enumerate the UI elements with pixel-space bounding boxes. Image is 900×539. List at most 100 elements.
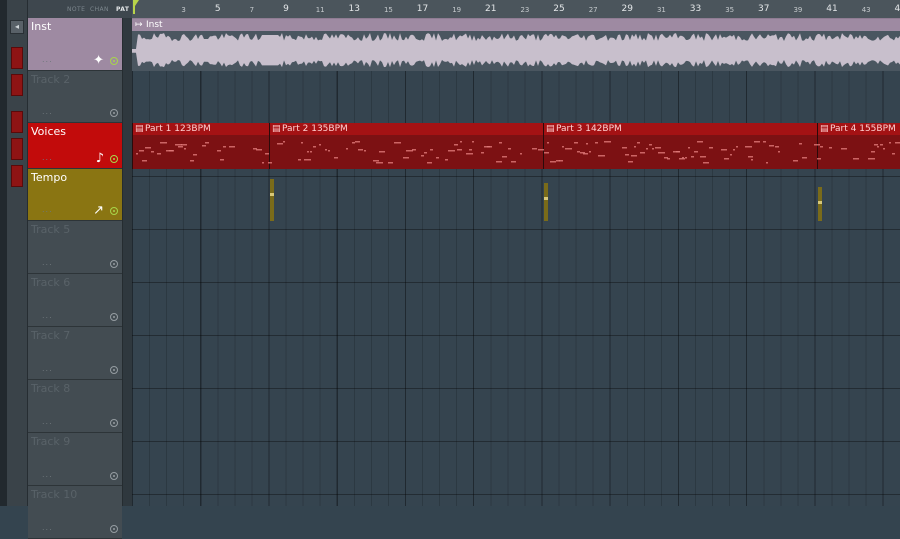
track-header[interactable]: Tempo... ↗ [28,169,122,221]
mode-pat[interactable]: PAT [116,6,129,13]
inst-clip-header: ↦ Inst [132,19,900,31]
track-name[interactable]: Voices [31,125,66,138]
track-enable-toggle[interactable] [110,57,118,65]
track-enable-toggle[interactable] [110,525,118,533]
ruler-bar-number: 31 [656,6,666,14]
pattern-icon: ▤ [546,124,555,134]
tempo-automation-point[interactable] [818,169,822,221]
track-enable-toggle[interactable] [110,109,118,117]
inst-audio-clip[interactable]: ↦ Inst [132,18,900,71]
pattern-icon: ▤ [272,124,281,134]
inst-waveform [132,33,900,68]
marker-block[interactable] [11,74,23,96]
playlist-grid[interactable]: ↦ Inst ▤ Part 1 123BPM ▤ Part 2 135BPM ▤ Part… [132,18,900,506]
track-enable-toggle[interactable] [110,313,118,321]
music-note-icon: ♪ [95,151,104,166]
voices-clip-header: ▤ Part 3 142BPM [544,123,817,135]
ruler-bar-number: 15 [383,6,393,14]
voices-clip-label: Part 2 135BPM [282,124,348,134]
timeline-ruler[interactable]: 3579111315171921232527293133353739414345 [132,0,900,19]
ruler-bar-number: 25 [553,4,565,14]
voices-note-preview [136,141,900,164]
ruler-bar-number: 33 [689,4,702,14]
track-header[interactable]: Track 9... [28,433,122,486]
left-tool-column: ◂ [7,0,28,506]
track-header[interactable]: Track 2... [28,71,122,123]
voices-clip-header: ▤ Part 1 123BPM [133,123,269,135]
ruler-bar-number: 9 [283,4,289,14]
automation-icon: ↗ [93,203,104,218]
track-header[interactable]: Track 6... [28,274,122,327]
playhead-marker-icon[interactable] [133,0,139,9]
track-name[interactable]: Track 2 [31,73,70,86]
marker-block[interactable] [11,47,23,69]
track-dots: ... [42,523,53,532]
voices-clip-label: Part 1 123BPM [145,124,211,134]
scroll-left-button[interactable]: ◂ [10,20,24,34]
track-dots: ... [42,153,53,162]
snap-mode-header: NOTE CHAN PAT [28,0,132,19]
ruler-bar-number: 27 [588,6,598,14]
clip-arrow-icon: ↦ [135,20,143,30]
track-dots: ... [42,107,53,116]
track-enable-toggle[interactable] [110,472,118,480]
ruler-bar-number: 43 [861,6,871,14]
track-header[interactable]: Track 7... [28,327,122,380]
track-header[interactable]: Track 10... [28,486,122,539]
track-enable-toggle[interactable] [110,155,118,163]
ruler-bar-number: 35 [725,6,735,14]
voices-clip-header: ▤ Part 4 155BPM [818,123,900,135]
track-enable-toggle[interactable] [110,207,118,215]
voices-clip-header: ▤ Part 2 135BPM [270,123,543,135]
tempo-automation-point[interactable] [544,169,548,221]
track-name[interactable]: Track 6 [31,276,70,289]
track-dots: ... [42,364,53,373]
track-name[interactable]: Track 7 [31,329,70,342]
track-header[interactable]: Track 5... [28,221,122,274]
ruler-bar-number: 3 [181,6,186,14]
track-name[interactable]: Track 9 [31,435,70,448]
track-name[interactable]: Track 10 [31,488,77,501]
track-enable-toggle[interactable] [110,260,118,268]
voices-clip-label: Part 3 142BPM [556,124,622,134]
ruler-bar-number: 23 [520,6,530,14]
ruler-bar-number: 41 [826,4,838,14]
ruler-bar-number: 29 [621,4,634,14]
ruler-bar-number: 45 [894,4,900,14]
track-name[interactable]: Track 5 [31,223,70,236]
ruler-bar-number: 19 [452,6,462,14]
voices-clip-row: ▤ Part 1 123BPM ▤ Part 2 135BPM ▤ Part 3 142B… [132,123,900,169]
track-enable-toggle[interactable] [110,366,118,374]
track-dots: ... [42,258,53,267]
ruler-bar-number: 7 [249,6,255,14]
track-name[interactable]: Track 8 [31,382,70,395]
track-header[interactable]: Voices... ♪ [28,123,122,169]
mode-chan[interactable]: CHAN [90,6,109,13]
track-dots: ... [42,417,53,426]
track-header-panel: Inst... ✦ Track 2... Voices... ♪ Tempo... ↗ Tra… [28,18,122,539]
track-dots: ... [42,55,53,64]
track-enable-toggle[interactable] [110,419,118,427]
left-edge-strip [0,0,7,506]
pattern-icon: ▤ [820,124,829,134]
tempo-automation-point[interactable] [270,169,274,221]
voices-clip-label: Part 4 155BPM [830,124,896,134]
mode-note[interactable]: NOTE [67,6,85,13]
track-header[interactable]: Inst... ✦ [28,18,122,71]
ruler-bar-number: 37 [758,4,770,14]
waveform-icon: ✦ [93,53,104,68]
ruler-bar-number: 13 [348,4,361,14]
ruler-bar-number: 11 [315,6,325,14]
marker-block[interactable] [11,111,23,133]
ruler-bar-number: 21 [485,4,497,14]
track-name[interactable]: Inst [31,20,51,33]
track-dots: ... [42,311,53,320]
inst-clip-label: Inst [146,20,163,30]
marker-block[interactable] [11,138,23,160]
marker-block[interactable] [11,165,23,187]
pattern-icon: ▤ [135,124,144,134]
ruler-bar-number: 39 [793,6,803,14]
track-header[interactable]: Track 8... [28,380,122,433]
track-name[interactable]: Tempo [31,171,67,184]
track-dots: ... [42,205,53,214]
